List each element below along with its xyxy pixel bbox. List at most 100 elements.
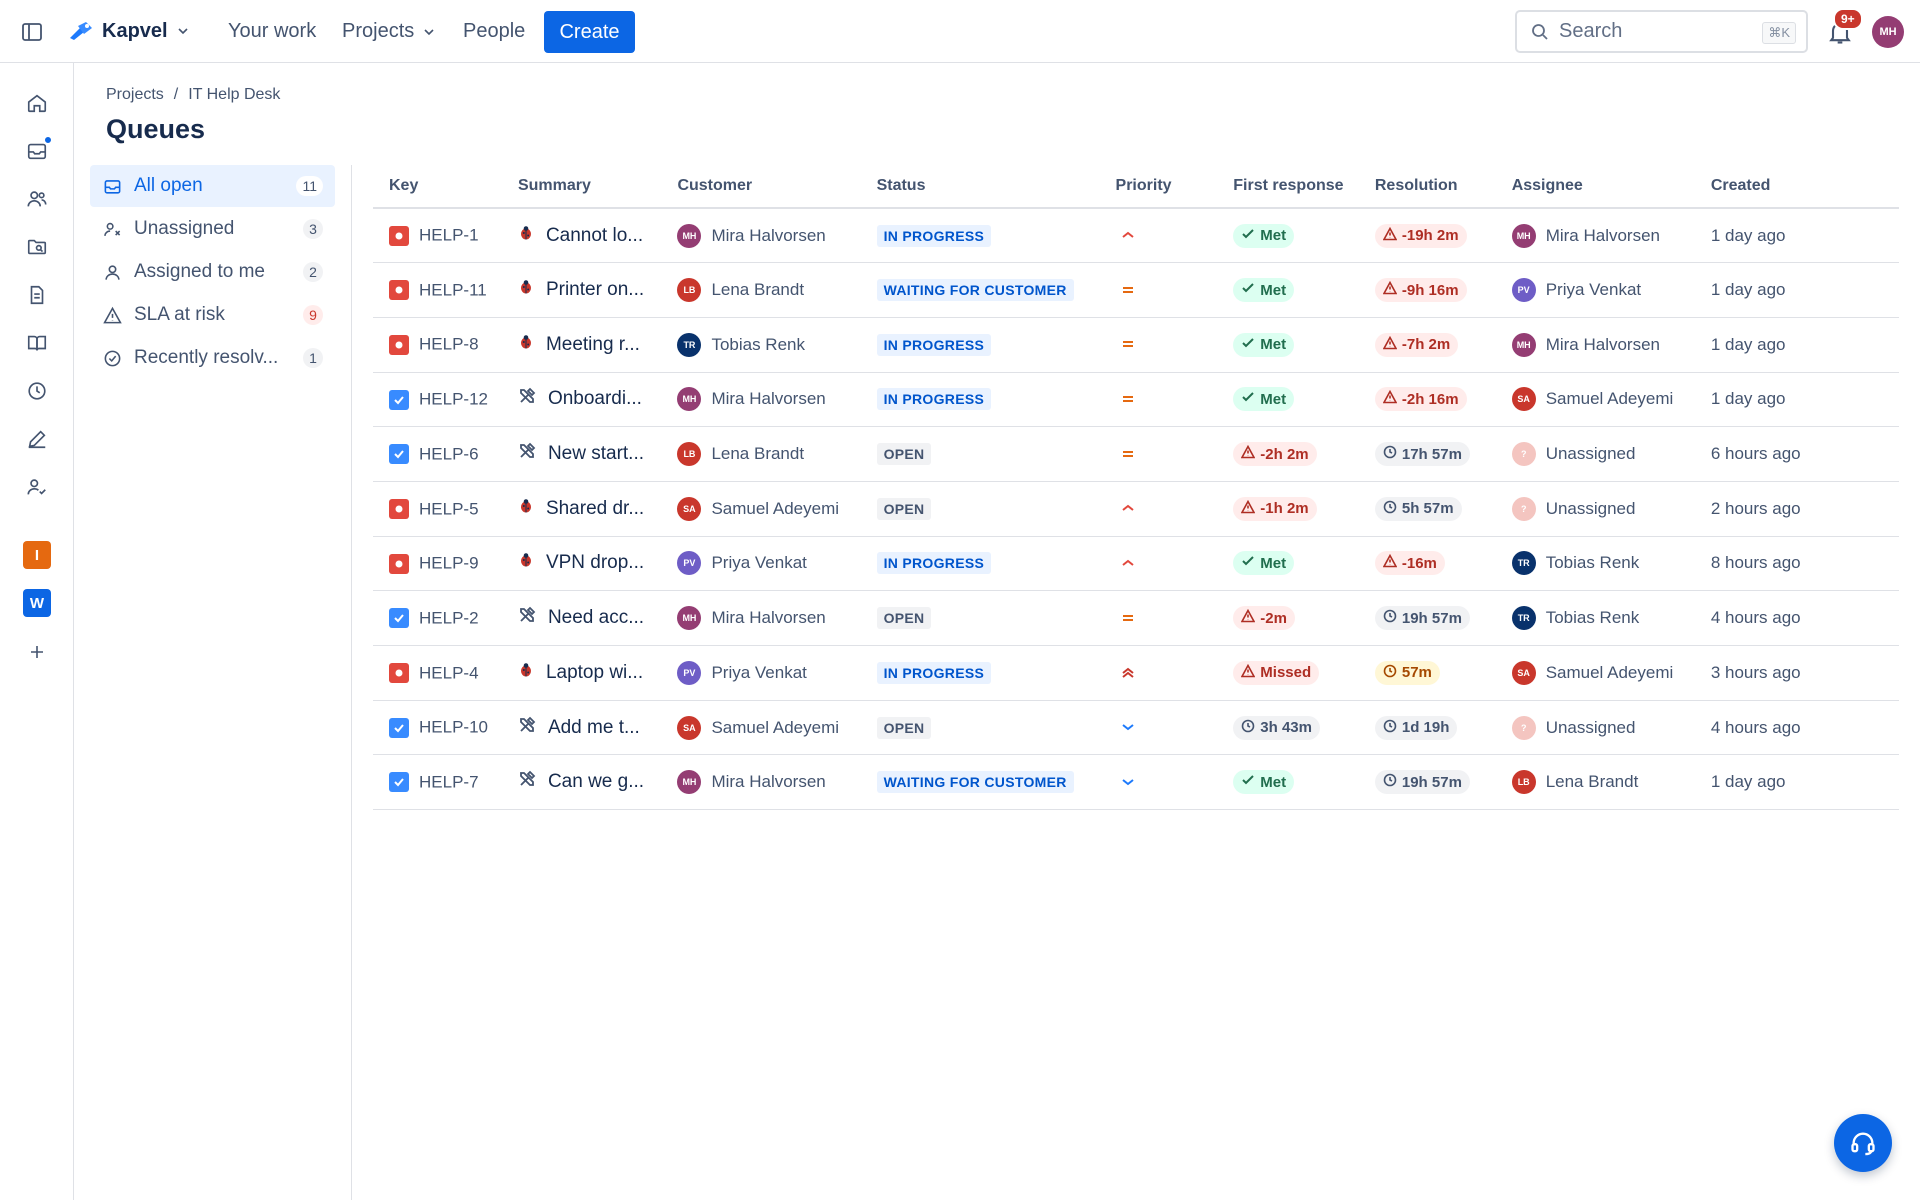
table-row[interactable]: HELP-1 Cannot lo... MH Mira Halvorsen IN PRO…: [373, 208, 1899, 264]
summary[interactable]: Laptop wi...: [518, 662, 662, 684]
search-box[interactable]: ⌘K: [1515, 10, 1808, 53]
project-tile-i[interactable]: I: [23, 541, 51, 569]
resolution-sla: 5h 57m: [1374, 496, 1462, 521]
column-header-assignee[interactable]: Assignee: [1495, 165, 1695, 209]
issue-key-link[interactable]: HELP-11: [419, 280, 487, 299]
issue-key-link[interactable]: HELP-1: [419, 226, 479, 245]
nav-projects[interactable]: Projects: [342, 20, 436, 43]
summary[interactable]: Printer on...: [518, 279, 662, 301]
issue-key-link[interactable]: HELP-8: [419, 335, 479, 354]
table-row[interactable]: HELP-2 Need acc... MH Mira Halvorsen OPEN -2m…: [373, 590, 1899, 646]
issue-key-link[interactable]: HELP-9: [419, 554, 479, 573]
issue-key-link[interactable]: HELP-4: [419, 663, 479, 682]
breadcrumb-project-link[interactable]: IT Help Desk: [188, 86, 280, 104]
assignee[interactable]: SA Samuel Adeyemi: [1511, 660, 1695, 685]
project-tile-w[interactable]: W: [23, 589, 51, 617]
table-row[interactable]: HELP-6 New start... LB Lena Brandt OPEN -2h 2…: [373, 426, 1899, 482]
status-lozenge[interactable]: OPEN: [876, 497, 932, 520]
assignee[interactable]: PV Priya Venkat: [1511, 278, 1695, 303]
assignee[interactable]: SA Samuel Adeyemi: [1511, 387, 1695, 412]
create-button[interactable]: Create: [544, 11, 635, 53]
summary[interactable]: New start...: [518, 442, 662, 466]
book-icon[interactable]: [23, 329, 51, 357]
summary[interactable]: Can we g...: [518, 770, 662, 794]
column-header-summary[interactable]: Summary: [501, 165, 662, 209]
assignee[interactable]: ? Unassigned: [1511, 715, 1695, 740]
status-lozenge[interactable]: OPEN: [876, 716, 932, 739]
table-row[interactable]: HELP-8 Meeting r... TR Tobias Renk IN PROGRE…: [373, 317, 1899, 373]
summary[interactable]: Meeting r...: [518, 334, 662, 356]
assignee[interactable]: LB Lena Brandt: [1511, 770, 1695, 795]
issue-key-link[interactable]: HELP-10: [419, 718, 488, 737]
issue-key-link[interactable]: HELP-2: [419, 608, 479, 627]
assignee[interactable]: TR Tobias Renk: [1511, 606, 1695, 631]
assignee[interactable]: ? Unassigned: [1511, 442, 1695, 467]
queue-item-recently-resolv[interactable]: Recently resolv... 1: [90, 337, 335, 379]
breadcrumb-projects-link[interactable]: Projects: [106, 86, 164, 104]
assignee[interactable]: ? Unassigned: [1511, 496, 1695, 521]
summary[interactable]: Shared dr...: [518, 498, 662, 520]
table-row[interactable]: HELP-5 Shared dr... SA Samuel Adeyemi OPEN -1…: [373, 481, 1899, 537]
clock-icon[interactable]: [23, 377, 51, 405]
queue-item-all-open[interactable]: All open 11: [90, 165, 335, 207]
search-input[interactable]: [1559, 20, 1749, 43]
sidebar-toggle-icon[interactable]: [20, 20, 44, 44]
column-header-resolution[interactable]: Resolution: [1358, 165, 1496, 209]
resolution-value: 1d 19h: [1401, 719, 1450, 737]
nav-your-work[interactable]: Your work: [228, 20, 316, 43]
issue-key-link[interactable]: HELP-12: [419, 390, 488, 409]
table-row[interactable]: HELP-12 Onboardi... MH Mira Halvorsen IN PRO…: [373, 372, 1899, 428]
people-icon[interactable]: [23, 185, 51, 213]
cell-created: 8 hours ago: [1694, 536, 1899, 592]
warning-icon: [102, 305, 122, 325]
status-lozenge[interactable]: OPEN: [876, 607, 932, 630]
status-lozenge[interactable]: WAITING FOR CUSTOMER: [876, 771, 1074, 794]
assignee[interactable]: TR Tobias Renk: [1511, 551, 1695, 576]
table-row[interactable]: HELP-9 VPN drop... PV Priya Venkat IN PROGRE…: [373, 536, 1899, 592]
summary[interactable]: Add me t...: [518, 716, 662, 740]
customer: PV Priya Venkat: [677, 660, 860, 685]
column-header-key[interactable]: Key: [373, 165, 502, 209]
status-lozenge[interactable]: OPEN: [876, 443, 932, 466]
summary[interactable]: Cannot lo...: [518, 225, 662, 247]
column-header-first-response[interactable]: First response: [1217, 165, 1359, 209]
user-avatar[interactable]: MH: [1872, 16, 1904, 48]
assignee[interactable]: MH Mira Halvorsen: [1511, 223, 1695, 248]
help-chat-button[interactable]: [1834, 1114, 1892, 1172]
status-lozenge[interactable]: WAITING FOR CUSTOMER: [876, 279, 1074, 302]
queue-item-assigned-to-me[interactable]: Assigned to me 2: [90, 251, 335, 293]
avatar: SA: [1511, 387, 1536, 412]
column-header-created[interactable]: Created: [1694, 165, 1899, 209]
assignee[interactable]: MH Mira Halvorsen: [1511, 332, 1695, 357]
table-row[interactable]: HELP-10 Add me t... SA Samuel Adeyemi OPEN 3h…: [373, 700, 1899, 756]
status-lozenge[interactable]: IN PROGRESS: [876, 333, 992, 356]
status-lozenge[interactable]: IN PROGRESS: [876, 661, 992, 684]
issue-key-link[interactable]: HELP-7: [419, 772, 479, 791]
app-switcher[interactable]: Kapvel: [68, 16, 190, 46]
column-header-status[interactable]: Status: [860, 165, 1100, 209]
queue-item-unassigned[interactable]: Unassigned 3: [90, 208, 335, 250]
table-row[interactable]: HELP-4 Laptop wi... PV Priya Venkat IN PROGR…: [373, 645, 1899, 701]
home-icon[interactable]: [23, 89, 51, 117]
issue-key-link[interactable]: HELP-6: [419, 444, 479, 463]
customer-name: Mira Halvorsen: [711, 225, 826, 245]
status-lozenge[interactable]: IN PROGRESS: [876, 388, 992, 411]
summary[interactable]: Onboardi...: [518, 387, 662, 411]
column-header-customer[interactable]: Customer: [661, 165, 861, 209]
summary[interactable]: Need acc...: [518, 606, 662, 630]
document-icon[interactable]: [23, 281, 51, 309]
table-row[interactable]: HELP-7 Can we g... MH Mira Halvorsen WAITING…: [373, 754, 1899, 811]
column-header-priority[interactable]: Priority: [1099, 165, 1218, 209]
plus-icon[interactable]: [23, 638, 51, 666]
user-check-icon[interactable]: [23, 473, 51, 501]
status-lozenge[interactable]: IN PROGRESS: [876, 552, 992, 575]
folder-search-icon[interactable]: [23, 233, 51, 261]
nav-people[interactable]: People: [463, 20, 525, 43]
queue-item-sla-at-risk[interactable]: SLA at risk 9: [90, 294, 335, 336]
status-lozenge[interactable]: IN PROGRESS: [876, 224, 992, 247]
first-response-value: Met: [1260, 554, 1287, 572]
summary[interactable]: VPN drop...: [518, 552, 662, 574]
table-row[interactable]: HELP-11 Printer on... LB Lena Brandt WAITING…: [373, 262, 1899, 318]
pencil-icon[interactable]: [23, 425, 51, 453]
issue-key-link[interactable]: HELP-5: [419, 499, 479, 518]
